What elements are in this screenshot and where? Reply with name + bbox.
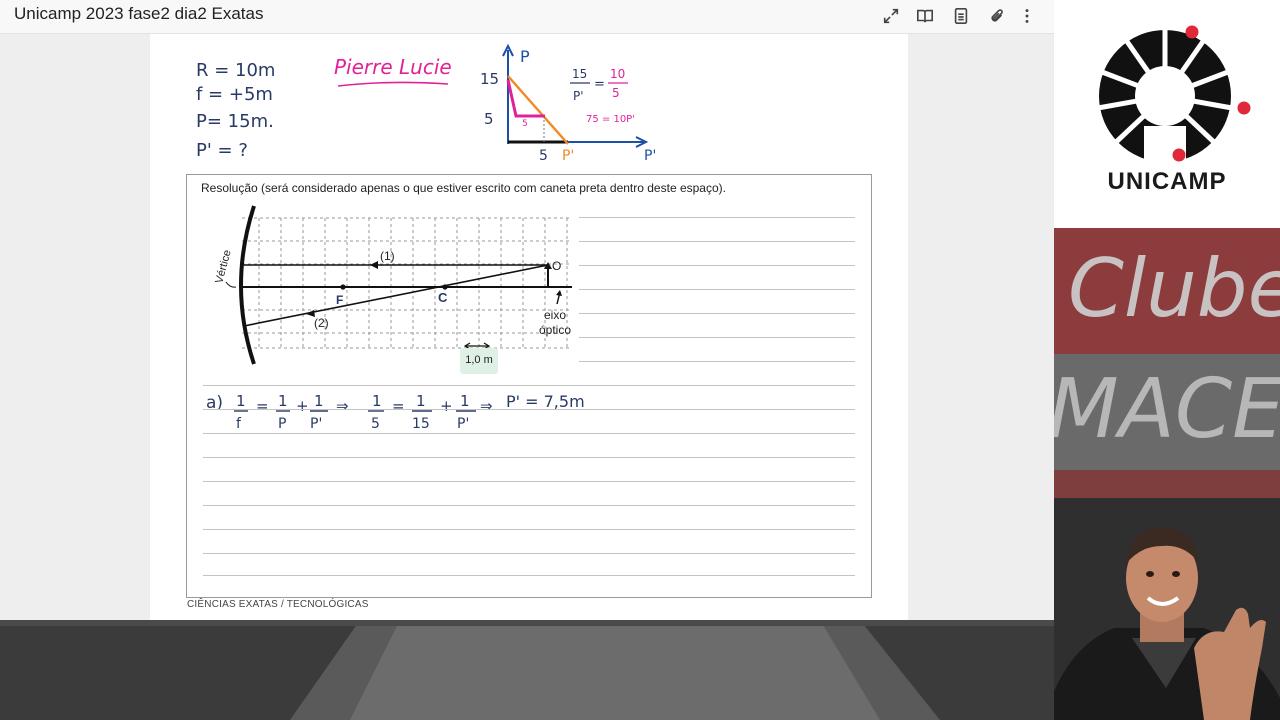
webcam-feed — [1054, 498, 1280, 720]
answer-instructions: Resolução (será considerado apenas o que… — [201, 181, 726, 195]
answer-line — [203, 385, 855, 386]
backdrop-shape — [0, 620, 1054, 720]
answer-line — [579, 361, 855, 362]
answer-line — [203, 433, 855, 434]
graph-y-axis-label: P — [520, 47, 530, 66]
note-line-1: R = 10m — [196, 60, 275, 81]
book-icon — [916, 9, 934, 23]
answer-line — [579, 289, 855, 290]
graph-x-tick-5: 5 — [539, 148, 548, 164]
page-footer: CIÊNCIAS EXATAS / TECNOLÓGICAS — [187, 599, 369, 610]
page-icon — [954, 7, 968, 25]
answer-line — [203, 575, 855, 576]
ratio-left-numerator: 15 — [572, 67, 587, 81]
note-line-4: P' = ? — [196, 140, 248, 161]
clube-banner: Clube — [1054, 228, 1280, 354]
graph-y-tick-5: 5 — [484, 110, 494, 128]
document-page: R = 10m f = +5m P= 15m. P' = ? Pierre Lu… — [150, 34, 908, 620]
unicamp-logo-mark — [1097, 25, 1251, 166]
attach-button[interactable] — [984, 3, 1010, 29]
note-line-3: P= 15m. — [196, 111, 274, 132]
graph-x-point: P' — [562, 148, 574, 164]
ratio-left-denominator: P' — [573, 89, 584, 103]
more-options-button[interactable] — [1014, 3, 1040, 29]
answer-line — [203, 409, 855, 410]
answer-line — [579, 241, 855, 242]
author-name: Pierre Lucie — [334, 55, 452, 79]
logo-panel: UNICAMP — [1054, 0, 1280, 228]
answer-line — [203, 505, 855, 506]
book-view-button[interactable] — [912, 3, 938, 29]
fullscreen-button[interactable] — [878, 3, 904, 29]
fullscreen-icon — [883, 8, 899, 24]
answer-line — [203, 529, 855, 530]
banner-strip — [1054, 470, 1280, 498]
svg-text:=: = — [594, 77, 605, 92]
answer-line — [203, 553, 855, 554]
viewer-toolbar: Unicamp 2023 fase2 dia2 Exatas — [0, 0, 1054, 34]
graph-x-axis-end: P' — [644, 148, 656, 164]
answer-line — [579, 217, 855, 218]
note-line-2: f = +5m — [196, 84, 273, 105]
scale-label: 1,0 m — [460, 348, 498, 374]
answer-line — [579, 265, 855, 266]
author-underline — [337, 81, 449, 87]
answer-box: Resolução (será considerado apenas o que… — [186, 174, 872, 598]
more-icon — [1025, 9, 1029, 23]
document-title: Unicamp 2023 fase2 dia2 Exatas — [14, 4, 264, 23]
answer-line — [203, 457, 855, 458]
unicamp-logo-text: UNICAMP — [1107, 168, 1227, 195]
mace-banner: MACE — [1054, 354, 1280, 470]
mace-banner-text: MACE — [1054, 362, 1280, 457]
mini-graph: P 15 5 5 P' P' 5 15 P' = 10 5 75 = 10P' — [480, 43, 656, 164]
background-backdrop — [0, 620, 1054, 720]
ratio-equation: 75 = 10P' — [586, 114, 635, 125]
presenter-image — [1054, 498, 1280, 720]
graph-inner-label: 5 — [522, 119, 528, 129]
page-view-button[interactable] — [948, 3, 974, 29]
attach-icon — [991, 9, 1003, 22]
ratio-right-denominator: 5 — [612, 86, 620, 100]
clube-banner-text: Clube — [1068, 242, 1280, 335]
answer-line — [579, 337, 855, 338]
pdf-viewer: Unicamp 2023 fase2 dia2 Exatas R = 10m f… — [0, 0, 1054, 620]
answer-line — [203, 481, 855, 482]
ratio-right-numerator: 10 — [610, 67, 625, 81]
answer-line — [579, 313, 855, 314]
graph-y-tick-15: 15 — [480, 70, 499, 88]
screen: Unicamp 2023 fase2 dia2 Exatas R = 10m f… — [0, 0, 1280, 720]
